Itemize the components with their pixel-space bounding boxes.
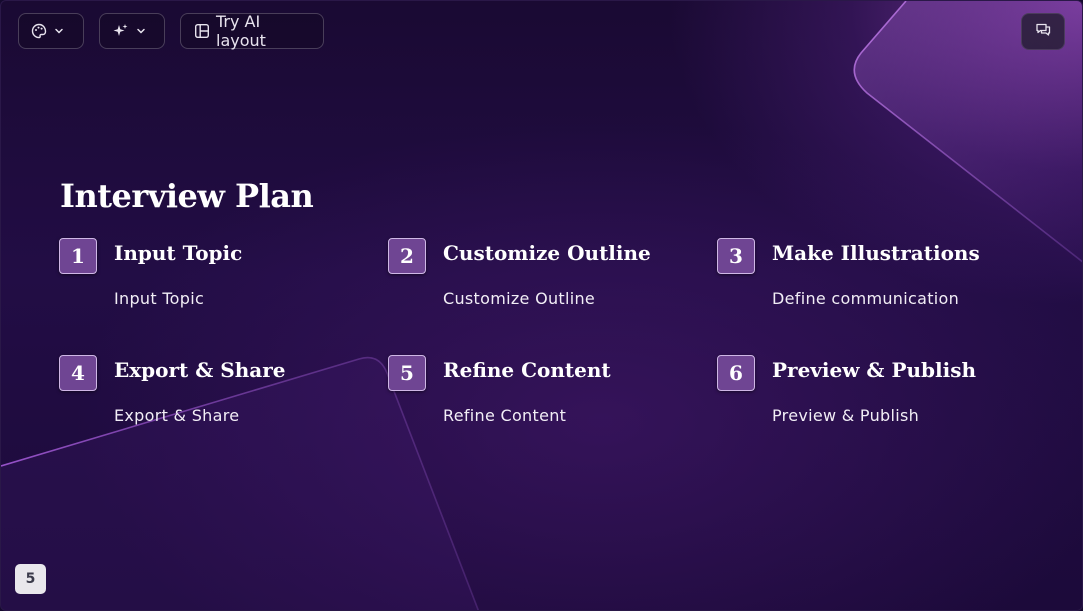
decor-shape-bottom-left bbox=[1, 357, 479, 610]
slide-canvas: Try AI layout Interview Plan 1 Input Top… bbox=[0, 0, 1083, 611]
step-title: Export & Share bbox=[114, 358, 286, 382]
step-description: Input Topic bbox=[114, 289, 205, 308]
step-description: Refine Content bbox=[443, 406, 567, 425]
step-number-badge: 3 bbox=[717, 238, 755, 274]
step-number-badge: 4 bbox=[59, 355, 97, 391]
step-number-badge: 2 bbox=[388, 238, 426, 274]
page-number-badge: 5 bbox=[15, 564, 46, 594]
chevron-down-icon bbox=[53, 25, 65, 37]
step-title: Input Topic bbox=[114, 241, 243, 265]
step-description: Customize Outline bbox=[443, 289, 596, 308]
comments-button[interactable] bbox=[1021, 13, 1065, 50]
step-number-badge: 1 bbox=[59, 238, 97, 274]
theme-button[interactable] bbox=[18, 13, 84, 49]
step-description: Define communication bbox=[772, 289, 960, 308]
step-number-badge: 6 bbox=[717, 355, 755, 391]
step-description: Preview & Publish bbox=[772, 406, 920, 425]
step-number-badge: 5 bbox=[388, 355, 426, 391]
step-description: Export & Share bbox=[114, 406, 240, 425]
step-title: Preview & Publish bbox=[772, 358, 977, 382]
sparkles-icon bbox=[112, 23, 129, 40]
palette-icon bbox=[31, 23, 47, 39]
try-ai-layout-button[interactable]: Try AI layout bbox=[180, 12, 324, 50]
layout-icon bbox=[194, 23, 210, 39]
comments-icon bbox=[1035, 22, 1052, 42]
step-title: Customize Outline bbox=[443, 241, 651, 265]
slide-title[interactable]: Interview Plan bbox=[60, 177, 314, 215]
try-ai-layout-label: Try AI layout bbox=[216, 12, 266, 50]
chevron-down-icon bbox=[135, 25, 147, 37]
step-title: Make Illustrations bbox=[772, 241, 980, 265]
step-title: Refine Content bbox=[443, 358, 611, 382]
ai-assist-button[interactable] bbox=[99, 13, 165, 49]
